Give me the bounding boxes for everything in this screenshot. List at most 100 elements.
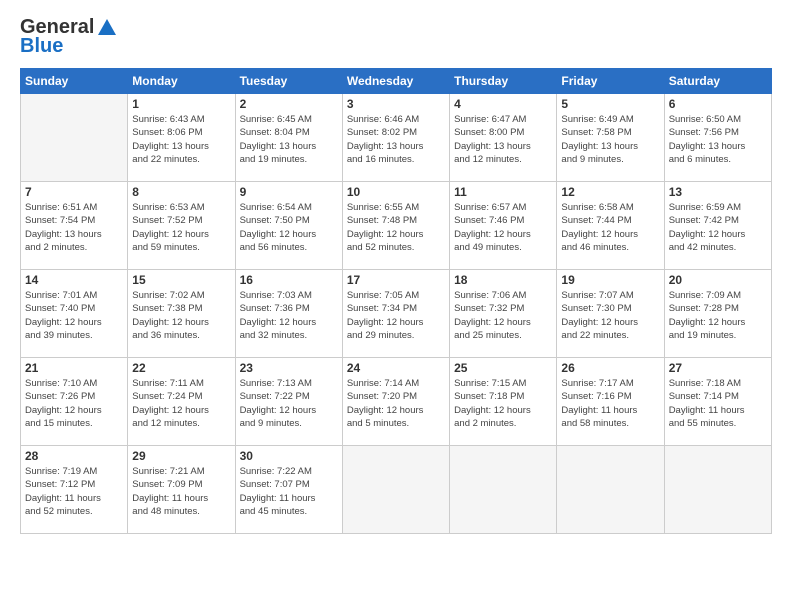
calendar-cell: 3Sunrise: 6:46 AMSunset: 8:02 PMDaylight…	[342, 94, 449, 182]
day-number: 29	[132, 449, 230, 463]
calendar-body: 1Sunrise: 6:43 AMSunset: 8:06 PMDaylight…	[21, 94, 772, 534]
calendar-cell: 17 Sunrise: 7:05 AMSunset: 7:34 PMDayligh…	[342, 270, 449, 358]
calendar-header-row: SundayMondayTuesdayWednesdayThursdayFrid…	[21, 69, 772, 94]
day-info: Sunrise: 6:51 AMSunset: 7:54 PMDaylight:…	[25, 201, 123, 254]
calendar-cell: 5 Sunrise: 6:49 AMSunset: 7:58 PMDaylight…	[557, 94, 664, 182]
header: General Blue	[20, 16, 772, 58]
logo: General Blue	[20, 16, 118, 58]
day-number: 26	[561, 361, 659, 375]
day-info: Sunrise: 7:02 AMSunset: 7:38 PMDaylight:…	[132, 289, 230, 342]
calendar-cell	[21, 94, 128, 182]
day-number: 28	[25, 449, 123, 463]
day-info: Sunrise: 6:53 AMSunset: 7:52 PMDaylight:…	[132, 201, 230, 254]
calendar-cell	[342, 446, 449, 534]
calendar-cell: 11 Sunrise: 6:57 AMSunset: 7:46 PMDayligh…	[450, 182, 557, 270]
calendar-cell: 19 Sunrise: 7:07 AMSunset: 7:30 PMDayligh…	[557, 270, 664, 358]
day-number: 9	[240, 185, 338, 199]
calendar-cell: 27 Sunrise: 7:18 AMSunset: 7:14 PMDayligh…	[664, 358, 771, 446]
day-info: Sunrise: 7:05 AMSunset: 7:34 PMDaylight:…	[347, 289, 445, 342]
day-number: 13	[669, 185, 767, 199]
day-info: Sunrise: 7:22 AMSunset: 7:07 PMDaylight:…	[240, 465, 338, 518]
day-number: 14	[25, 273, 123, 287]
day-info: Sunrise: 6:58 AMSunset: 7:44 PMDaylight:…	[561, 201, 659, 254]
calendar-cell: 30 Sunrise: 7:22 AMSunset: 7:07 PMDayligh…	[235, 446, 342, 534]
calendar-cell	[450, 446, 557, 534]
day-number: 30	[240, 449, 338, 463]
day-info: Sunrise: 7:10 AMSunset: 7:26 PMDaylight:…	[25, 377, 123, 430]
calendar-cell: 20 Sunrise: 7:09 AMSunset: 7:28 PMDayligh…	[664, 270, 771, 358]
day-info: Sunrise: 7:14 AMSunset: 7:20 PMDaylight:…	[347, 377, 445, 430]
day-info: Sunrise: 7:13 AMSunset: 7:22 PMDaylight:…	[240, 377, 338, 430]
logo-blue: Blue	[20, 35, 63, 58]
day-info: Sunrise: 6:54 AMSunset: 7:50 PMDaylight:…	[240, 201, 338, 254]
calendar-cell: 29 Sunrise: 7:21 AMSunset: 7:09 PMDayligh…	[128, 446, 235, 534]
day-number: 24	[347, 361, 445, 375]
calendar-cell	[664, 446, 771, 534]
day-info: Sunrise: 7:09 AMSunset: 7:28 PMDaylight:…	[669, 289, 767, 342]
day-info: Sunrise: 7:03 AMSunset: 7:36 PMDaylight:…	[240, 289, 338, 342]
day-number: 15	[132, 273, 230, 287]
day-number: 27	[669, 361, 767, 375]
day-number: 2	[240, 97, 338, 111]
calendar-cell: 21Sunrise: 7:10 AMSunset: 7:26 PMDayligh…	[21, 358, 128, 446]
calendar-week-4: 21Sunrise: 7:10 AMSunset: 7:26 PMDayligh…	[21, 358, 772, 446]
day-info: Sunrise: 7:17 AMSunset: 7:16 PMDaylight:…	[561, 377, 659, 430]
day-info: Sunrise: 6:49 AMSunset: 7:58 PMDaylight:…	[561, 113, 659, 166]
day-info: Sunrise: 7:19 AMSunset: 7:12 PMDaylight:…	[25, 465, 123, 518]
day-header-monday: Monday	[128, 69, 235, 94]
calendar-cell: 25 Sunrise: 7:15 AMSunset: 7:18 PMDayligh…	[450, 358, 557, 446]
day-info: Sunrise: 7:01 AMSunset: 7:40 PMDaylight:…	[25, 289, 123, 342]
page: General Blue SundayMondayTuesdayWednesda…	[0, 0, 792, 612]
calendar-table: SundayMondayTuesdayWednesdayThursdayFrid…	[20, 68, 772, 534]
day-info: Sunrise: 6:46 AMSunset: 8:02 PMDaylight:…	[347, 113, 445, 166]
day-number: 22	[132, 361, 230, 375]
day-info: Sunrise: 6:47 AMSunset: 8:00 PMDaylight:…	[454, 113, 552, 166]
day-number: 4	[454, 97, 552, 111]
day-number: 16	[240, 273, 338, 287]
day-number: 5	[561, 97, 659, 111]
calendar-cell: 7 Sunrise: 6:51 AMSunset: 7:54 PMDaylight…	[21, 182, 128, 270]
calendar-cell: 8 Sunrise: 6:53 AMSunset: 7:52 PMDaylight…	[128, 182, 235, 270]
day-header-sunday: Sunday	[21, 69, 128, 94]
calendar-cell: 9 Sunrise: 6:54 AMSunset: 7:50 PMDaylight…	[235, 182, 342, 270]
day-number: 12	[561, 185, 659, 199]
day-number: 11	[454, 185, 552, 199]
calendar-week-1: 1Sunrise: 6:43 AMSunset: 8:06 PMDaylight…	[21, 94, 772, 182]
calendar-cell: 10 Sunrise: 6:55 AMSunset: 7:48 PMDayligh…	[342, 182, 449, 270]
day-info: Sunrise: 6:43 AMSunset: 8:06 PMDaylight:…	[132, 113, 230, 166]
day-info: Sunrise: 7:15 AMSunset: 7:18 PMDaylight:…	[454, 377, 552, 430]
day-number: 20	[669, 273, 767, 287]
calendar-cell: 1Sunrise: 6:43 AMSunset: 8:06 PMDaylight…	[128, 94, 235, 182]
logo-icon	[96, 17, 118, 39]
day-header-saturday: Saturday	[664, 69, 771, 94]
day-number: 17	[347, 273, 445, 287]
day-info: Sunrise: 7:18 AMSunset: 7:14 PMDaylight:…	[669, 377, 767, 430]
day-info: Sunrise: 6:59 AMSunset: 7:42 PMDaylight:…	[669, 201, 767, 254]
calendar-week-3: 14 Sunrise: 7:01 AMSunset: 7:40 PMDayligh…	[21, 270, 772, 358]
calendar-cell: 23 Sunrise: 7:13 AMSunset: 7:22 PMDayligh…	[235, 358, 342, 446]
day-number: 18	[454, 273, 552, 287]
day-info: Sunrise: 6:50 AMSunset: 7:56 PMDaylight:…	[669, 113, 767, 166]
day-number: 10	[347, 185, 445, 199]
day-number: 19	[561, 273, 659, 287]
day-info: Sunrise: 6:55 AMSunset: 7:48 PMDaylight:…	[347, 201, 445, 254]
day-number: 7	[25, 185, 123, 199]
day-info: Sunrise: 7:06 AMSunset: 7:32 PMDaylight:…	[454, 289, 552, 342]
calendar-cell: 26 Sunrise: 7:17 AMSunset: 7:16 PMDayligh…	[557, 358, 664, 446]
day-info: Sunrise: 6:57 AMSunset: 7:46 PMDaylight:…	[454, 201, 552, 254]
calendar-cell: 16 Sunrise: 7:03 AMSunset: 7:36 PMDayligh…	[235, 270, 342, 358]
calendar-cell: 2 Sunrise: 6:45 AMSunset: 8:04 PMDaylight…	[235, 94, 342, 182]
calendar-cell	[557, 446, 664, 534]
day-number: 25	[454, 361, 552, 375]
day-info: Sunrise: 7:21 AMSunset: 7:09 PMDaylight:…	[132, 465, 230, 518]
day-info: Sunrise: 6:45 AMSunset: 8:04 PMDaylight:…	[240, 113, 338, 166]
day-number: 23	[240, 361, 338, 375]
calendar-cell: 12 Sunrise: 6:58 AMSunset: 7:44 PMDayligh…	[557, 182, 664, 270]
day-header-wednesday: Wednesday	[342, 69, 449, 94]
day-number: 8	[132, 185, 230, 199]
calendar-cell: 22Sunrise: 7:11 AMSunset: 7:24 PMDayligh…	[128, 358, 235, 446]
day-info: Sunrise: 7:07 AMSunset: 7:30 PMDaylight:…	[561, 289, 659, 342]
calendar-cell: 13 Sunrise: 6:59 AMSunset: 7:42 PMDayligh…	[664, 182, 771, 270]
calendar-cell: 18 Sunrise: 7:06 AMSunset: 7:32 PMDayligh…	[450, 270, 557, 358]
day-header-thursday: Thursday	[450, 69, 557, 94]
